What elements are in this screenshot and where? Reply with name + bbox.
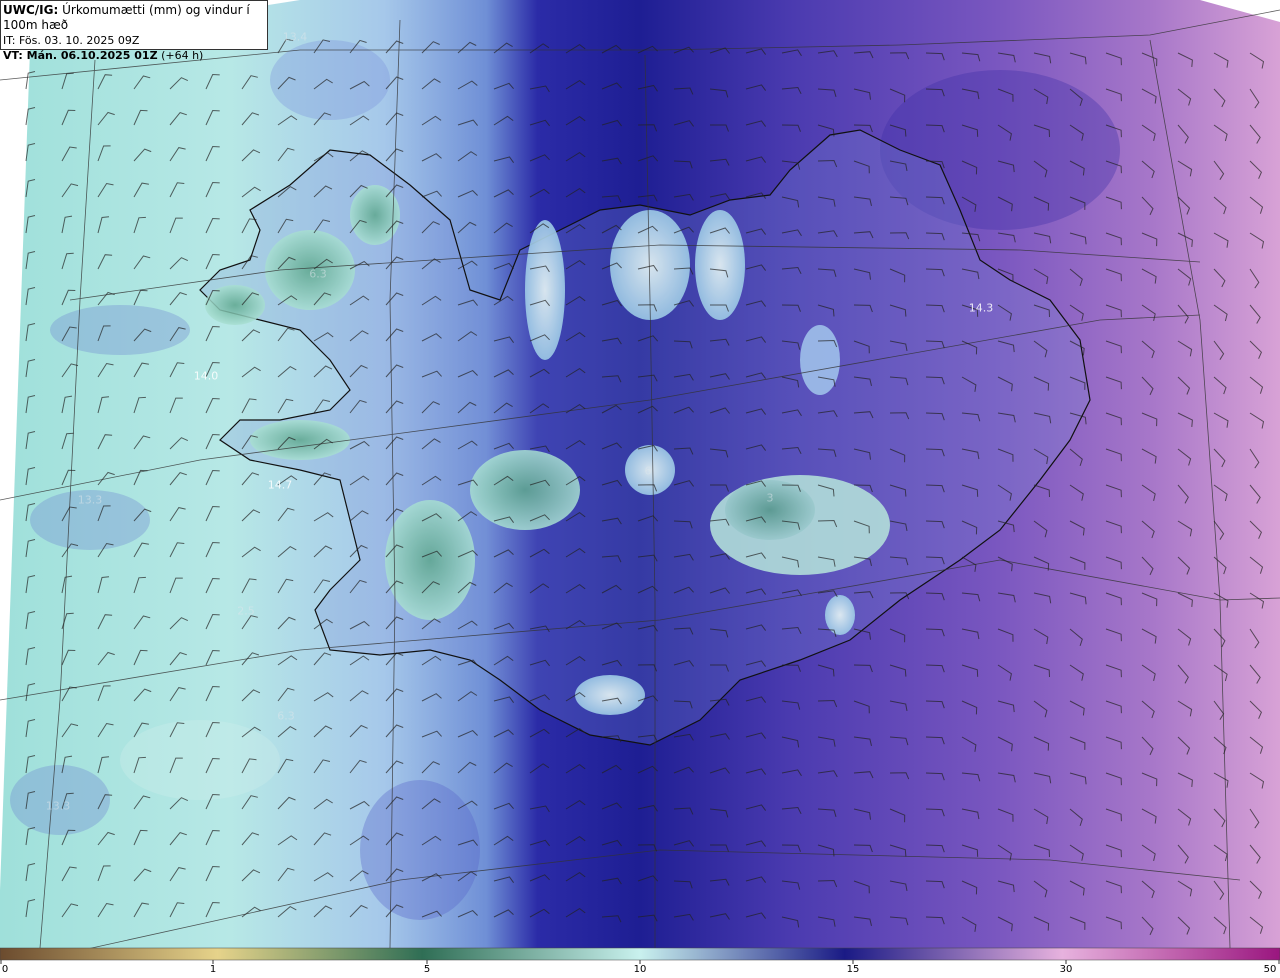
- colorbar-tick-label: 5: [423, 964, 431, 975]
- colorbar-tick-label: 50: [1263, 964, 1277, 975]
- map-value-label: 13.3: [45, 799, 71, 813]
- lead-time: (+64 h): [161, 49, 204, 62]
- map-value-label: 2.5: [237, 604, 255, 618]
- colorbar-tick-label: 30: [1059, 964, 1073, 975]
- product-title: UWC/IG: Úrkomumætti (mm) og vindur í 100…: [3, 3, 267, 33]
- map-value-label: 14.3: [968, 301, 994, 315]
- map-value-label: 13.4: [282, 30, 308, 44]
- map-value-label: 3: [766, 491, 774, 505]
- map-value-label: 14.7: [267, 478, 293, 492]
- map-value-label: 14.0: [193, 369, 219, 383]
- colorbar-tick-label: 15: [846, 964, 860, 975]
- valid-time-line: VT: Mán. 06.10.2025 01Z (+64 h): [3, 48, 267, 63]
- product-code: UWC/IG:: [3, 3, 59, 17]
- valid-time: VT: Mán. 06.10.2025 01Z: [3, 49, 158, 62]
- map-value-label: 6: [644, 464, 652, 478]
- colorbar-tick-label: 0: [1, 964, 9, 975]
- weather-map: [0, 0, 1280, 978]
- forecast-info-box: UWC/IG: Úrkomumætti (mm) og vindur í 100…: [0, 0, 268, 62]
- map-value-label: 6.3: [277, 709, 295, 723]
- colorbar-tick-label: 10: [633, 964, 647, 975]
- initial-time: IT: Fös. 03. 10. 2025 09Z: [3, 34, 140, 47]
- colorbar: [0, 947, 1280, 961]
- colorbar-tick-label: 1: [209, 964, 217, 975]
- map-value-label: 13.3: [77, 493, 103, 507]
- map-value-label: 6.3: [309, 267, 327, 281]
